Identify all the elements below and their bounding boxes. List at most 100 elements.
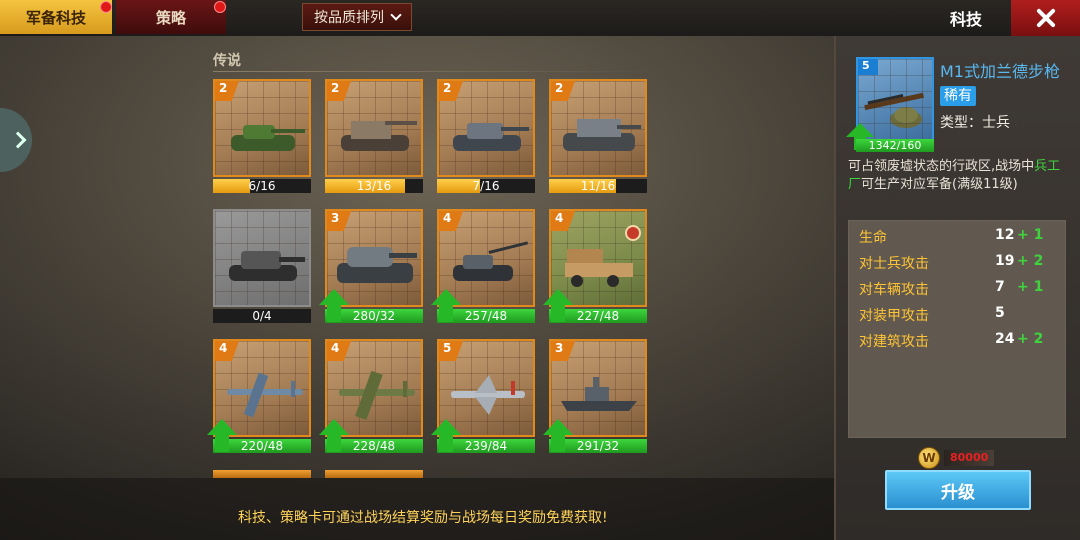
stat-row: 生命 12 + 1 xyxy=(859,227,1059,247)
stat-value: 7 xyxy=(995,279,1005,295)
stat-bonus: + 1 xyxy=(1017,279,1044,295)
upgrade-arrow-icon xyxy=(319,289,349,323)
tech-card-battleship[interactable]: 3 291/32 xyxy=(543,339,647,453)
card-frame xyxy=(213,209,311,307)
tech-card-tank-destroyer[interactable]: 2 11/16 xyxy=(549,79,647,193)
close-icon xyxy=(1036,8,1056,28)
card-progress: 257/48 xyxy=(464,309,508,323)
tank-long-gun-icon xyxy=(453,241,529,281)
stat-value: 24 xyxy=(995,331,1015,347)
side-panel-toggle[interactable] xyxy=(0,108,32,172)
notification-dot-icon xyxy=(100,1,112,13)
stat-value: 19 xyxy=(995,253,1015,269)
stat-label: 对士兵攻击 xyxy=(859,256,929,272)
upgrade-arrow-icon xyxy=(543,289,573,323)
item-type: 类型：士兵 xyxy=(940,115,1010,131)
tip-text: 科技、策略卡可通过战场结算奖励与战场每日奖励免费获取! xyxy=(238,510,608,526)
tab-military-tech[interactable]: 军备科技 xyxy=(0,0,112,34)
tank-destroyer-icon xyxy=(563,119,641,151)
card-level: 5 xyxy=(858,59,878,75)
upgrade-cost: W 80000 xyxy=(918,447,995,469)
partial-card[interactable] xyxy=(213,470,311,478)
rarity-badge: 稀有 xyxy=(940,86,976,106)
upgrade-arrow-icon xyxy=(319,419,349,453)
card-progress-bar: 13/16 xyxy=(325,179,423,193)
card-frame: 2 xyxy=(325,79,423,177)
bomber-blue-icon xyxy=(227,372,303,418)
tech-card-tank-heavy[interactable]: 0/4 xyxy=(213,209,311,323)
upgrade-arrow-icon xyxy=(431,419,461,453)
stat-label: 对装甲攻击 xyxy=(859,308,929,324)
tank-heavy-icon xyxy=(229,251,305,281)
card-progress: 239/84 xyxy=(464,439,508,453)
item-description: 可占领废墟状态的行政区,战场中兵工厂可生产对应军备(满级11级) xyxy=(848,159,1061,192)
card-progress: 220/48 xyxy=(240,439,284,453)
bomber-green-icon xyxy=(339,370,415,420)
card-progress: 13/16 xyxy=(356,179,392,193)
tank-green-icon xyxy=(231,125,305,151)
card-frame: 2 xyxy=(437,79,535,177)
sort-dropdown[interactable]: 按品质排列 xyxy=(302,3,412,31)
coin-icon: W xyxy=(918,447,940,469)
cost-value: 80000 xyxy=(944,450,995,466)
card-progress: 7/16 xyxy=(472,179,500,193)
card-progress: 228/48 xyxy=(352,439,396,453)
card-progress-bar: 6/16 xyxy=(213,179,311,193)
card-progress-bar: 11/16 xyxy=(549,179,647,193)
card-progress: 11/16 xyxy=(580,179,616,193)
upgrade-button[interactable]: 升级 xyxy=(885,470,1031,510)
star-badge-icon xyxy=(625,225,641,241)
section-label: 传说 xyxy=(213,53,241,69)
tech-card-bomber-green[interactable]: 4 228/48 xyxy=(319,339,423,453)
card-progress: 227/48 xyxy=(576,309,620,323)
stat-row: 对建筑攻击 24 + 2 xyxy=(859,331,1059,351)
stat-label: 生命 xyxy=(859,230,887,246)
chevron-down-icon xyxy=(390,9,402,21)
jet-icon xyxy=(451,375,525,415)
card-progress: 6/16 xyxy=(248,179,276,193)
card-progress: 0/4 xyxy=(252,309,272,323)
tank-gray-icon xyxy=(453,123,529,151)
stat-bonus: + 1 xyxy=(1017,227,1044,243)
card-frame: 2 xyxy=(549,79,647,177)
upgrade-arrow-icon xyxy=(431,289,461,323)
spg-icon xyxy=(341,121,417,151)
selected-card-progress: 1342/160 xyxy=(856,139,934,152)
card-progress-bar: 7/16 xyxy=(437,179,535,193)
tech-card-tank-super-heavy[interactable]: 3 280/32 xyxy=(319,209,423,323)
card-progress-bar: 0/4 xyxy=(213,309,311,323)
stat-value: 12 xyxy=(995,227,1015,243)
card-frame: 2 xyxy=(213,79,311,177)
tab-strategy[interactable]: 策略 xyxy=(116,0,226,34)
partial-card[interactable] xyxy=(325,470,423,478)
notification-dot-icon xyxy=(214,1,226,13)
tech-card-bomber-blue[interactable]: 4 220/48 xyxy=(207,339,311,453)
sort-label: 按品质排列 xyxy=(314,10,384,26)
stat-row: 对装甲攻击 5 xyxy=(859,305,1059,325)
stat-bonus: + 2 xyxy=(1017,253,1044,269)
tech-card-spg[interactable]: 2 13/16 xyxy=(325,79,423,193)
stat-row: 对车辆攻击 7 + 1 xyxy=(859,279,1059,299)
stat-value: 5 xyxy=(995,305,1005,321)
stat-label: 对建筑攻击 xyxy=(859,334,929,350)
tech-card-tank-long-gun[interactable]: 4 257/48 xyxy=(431,209,535,323)
stat-row: 对士兵攻击 19 + 2 xyxy=(859,253,1059,273)
tech-card-jet[interactable]: 5 239/84 xyxy=(431,339,535,453)
card-progress: 280/32 xyxy=(352,309,396,323)
close-button[interactable] xyxy=(1011,0,1080,36)
upgrade-arrow-icon xyxy=(207,419,237,453)
upgrade-arrow-icon xyxy=(543,419,573,453)
stat-label: 对车辆攻击 xyxy=(859,282,929,298)
section-divider xyxy=(213,71,653,72)
tech-card-tank-green[interactable]: 2 6/16 xyxy=(213,79,311,193)
tech-card-tank-gray[interactable]: 2 7/16 xyxy=(437,79,535,193)
stats-panel: 生命 12 + 1 对士兵攻击 19 + 2 对车辆攻击 7 + 1 对装甲攻击 5 对建筑攻击 24 +… xyxy=(848,220,1066,438)
tank-super-heavy-icon xyxy=(337,247,417,283)
tech-card-rocket-truck[interactable]: 4 227/48 xyxy=(543,209,647,323)
card-progress: 291/32 xyxy=(576,439,620,453)
stat-bonus: + 2 xyxy=(1017,331,1044,347)
item-name: M1式加兰德步枪 xyxy=(940,62,1060,81)
chevron-right-icon xyxy=(9,131,27,149)
rocket-truck-icon xyxy=(565,249,633,287)
battleship-icon xyxy=(561,377,637,411)
